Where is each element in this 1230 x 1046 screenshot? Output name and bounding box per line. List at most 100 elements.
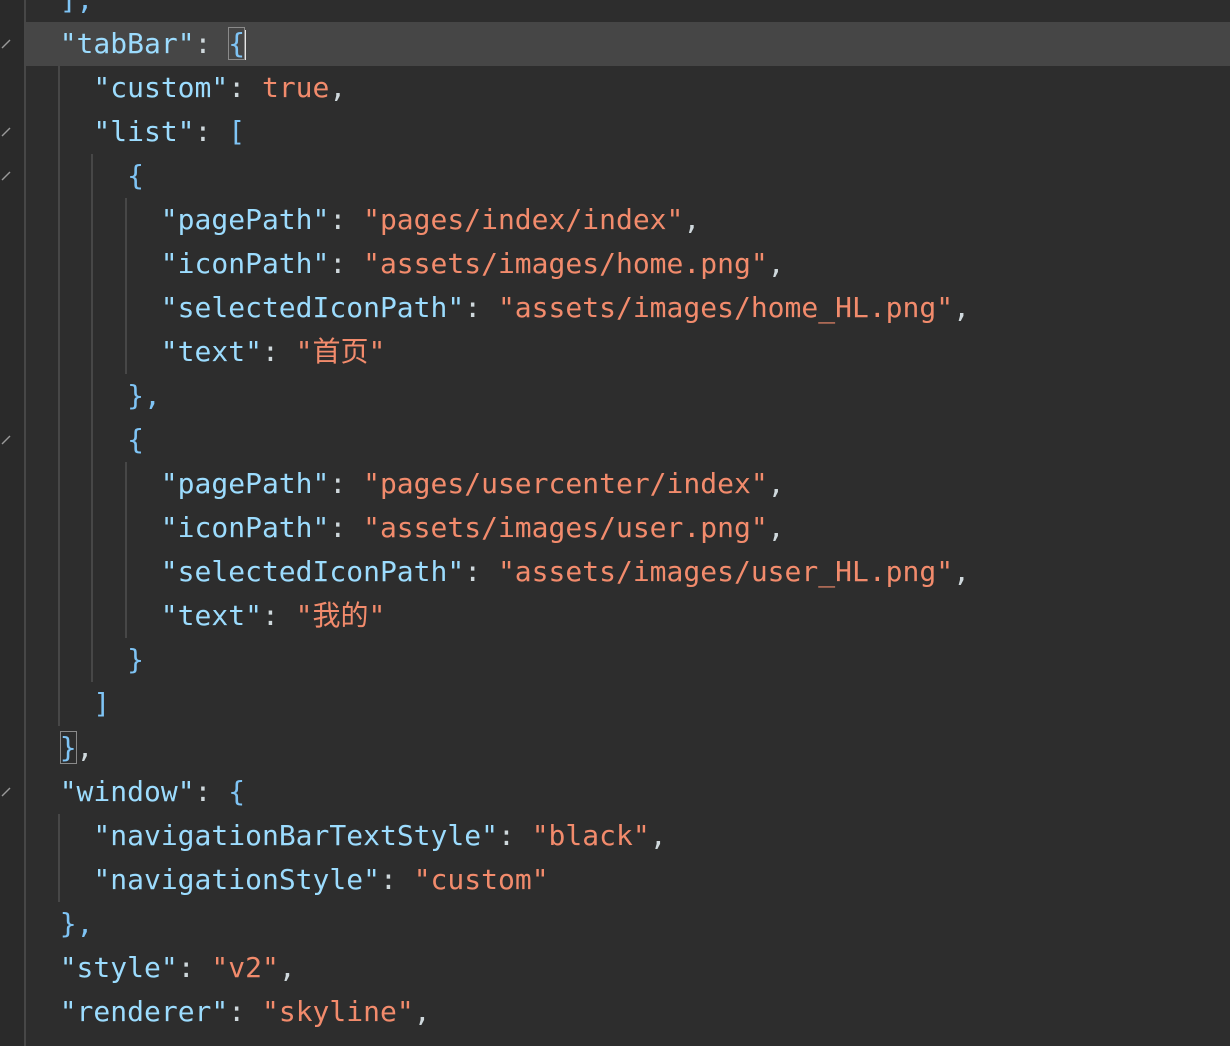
code-token: : [194, 775, 229, 808]
code-token: { [127, 159, 144, 192]
code-line[interactable]: "iconPath": "assets/images/home.png", [26, 242, 1230, 286]
code-token: "selectedIconPath" [160, 555, 465, 588]
code-line[interactable]: "navigationBarTextStyle": "black", [26, 814, 1230, 858]
code-token: "black" [531, 819, 650, 852]
code-token: "pagePath" [160, 203, 330, 236]
code-line[interactable]: "pagePath": "pages/usercenter/index", [26, 462, 1230, 506]
code-token: "renderer" [59, 995, 229, 1028]
code-token: : [497, 819, 532, 852]
code-token: : [177, 951, 212, 984]
code-token: }, [59, 907, 94, 940]
code-token: "navigationStyle" [93, 863, 380, 896]
fold-chevron-icon[interactable] [0, 126, 12, 138]
code-token: "window" [59, 775, 195, 808]
code-token: , [953, 291, 970, 324]
fold-chevron-icon[interactable] [0, 170, 12, 182]
code-token: , [767, 467, 785, 500]
code-token: : [379, 863, 414, 896]
current-line[interactable]: "tabBar": { [26, 22, 1230, 66]
code-line[interactable]: ], [26, 0, 1230, 22]
fold-chevron-icon[interactable] [0, 38, 12, 50]
matched-bracket: } [59, 731, 77, 764]
code-token: "pages/index/index" [363, 203, 684, 236]
code-token: "style" [59, 951, 178, 984]
code-token: "text" [160, 335, 262, 368]
code-line[interactable]: { [26, 154, 1230, 198]
code-line[interactable]: "iconPath": "assets/images/user.png", [26, 506, 1230, 550]
code-token: , [649, 819, 667, 852]
code-line[interactable]: { [26, 418, 1230, 462]
code-token: , [278, 951, 296, 984]
code-token: "custom" [413, 863, 549, 896]
code-token: : [261, 599, 296, 632]
code-token: , [329, 71, 347, 104]
code-token: "assets/images/user_HL.png" [497, 555, 954, 588]
code-token: "navigationBarTextStyle" [93, 819, 498, 852]
code-line[interactable]: ] [26, 682, 1230, 726]
code-line[interactable]: "pagePath": "pages/index/index", [26, 198, 1230, 242]
code-line[interactable] [26, 1034, 1230, 1046]
code-token: "assets/images/home.png" [363, 247, 768, 280]
code-token: : [194, 27, 229, 60]
code-line[interactable]: "selectedIconPath": "assets/images/home_… [26, 286, 1230, 330]
code-token: : [194, 115, 229, 148]
code-token: ] [93, 687, 111, 720]
code-token: : [329, 467, 364, 500]
matched-bracket: { [228, 27, 246, 60]
code-token: : [464, 555, 498, 588]
code-token: ], [60, 0, 94, 16]
code-line[interactable]: }, [26, 902, 1230, 946]
code-token: "iconPath" [160, 247, 330, 280]
code-token: } [127, 643, 144, 676]
code-token: : [329, 203, 364, 236]
code-token: , [413, 995, 431, 1028]
code-token: : [228, 71, 262, 104]
code-line[interactable]: "window": { [26, 770, 1230, 814]
fold-chevron-icon[interactable] [0, 786, 12, 798]
code-line[interactable]: "renderer": "skyline", [26, 990, 1230, 1034]
text-cursor [244, 30, 247, 60]
code-line[interactable]: "list": [ [26, 110, 1230, 154]
code-token: "assets/images/user.png" [363, 511, 768, 544]
code-token: "assets/images/home_HL.png" [497, 291, 954, 324]
code-token: : [228, 995, 262, 1028]
code-line[interactable]: "selectedIconPath": "assets/images/user_… [26, 550, 1230, 594]
fold-chevron-icon[interactable] [0, 434, 12, 446]
code-token: "selectedIconPath" [160, 291, 465, 324]
code-token: , [767, 247, 785, 280]
code-line[interactable]: }, [26, 374, 1230, 418]
code-token: "我的" [295, 599, 386, 632]
code-token: "skyline" [261, 995, 414, 1028]
code-line[interactable]: "text": "我的" [26, 594, 1230, 638]
code-line[interactable]: }, [26, 726, 1230, 770]
code-token: { [228, 775, 246, 808]
code-token: "iconPath" [160, 511, 330, 544]
code-token: "pagePath" [160, 467, 330, 500]
code-token: , [76, 731, 94, 764]
code-token: "list" [93, 115, 195, 148]
code-token: }, [127, 379, 161, 412]
code-token: "pages/usercenter/index" [363, 467, 768, 500]
editor-gutter[interactable] [0, 0, 26, 1046]
code-token: , [953, 555, 970, 588]
code-line[interactable]: "navigationStyle": "custom" [26, 858, 1230, 902]
code-token: : [464, 291, 498, 324]
code-line[interactable]: "text": "首页" [26, 330, 1230, 374]
code-token: { [127, 423, 144, 456]
code-token: "custom" [93, 71, 229, 104]
code-token: : [329, 511, 364, 544]
code-token: "text" [160, 599, 262, 632]
code-token: "tabBar" [59, 27, 195, 60]
code-line[interactable]: } [26, 638, 1230, 682]
code-token: : [261, 335, 296, 368]
code-line[interactable]: "custom": true, [26, 66, 1230, 110]
code-line[interactable]: "style": "v2", [26, 946, 1230, 990]
code-token: [ [228, 115, 246, 148]
code-token: : [329, 247, 364, 280]
code-token: true [261, 71, 330, 104]
code-token: , [767, 511, 785, 544]
code-token: , [683, 203, 701, 236]
code-token: "v2" [211, 951, 279, 984]
code-editor[interactable]: ],"tabBar": {"custom": true,"list": [{"p… [0, 0, 1230, 1046]
code-token: "首页" [295, 335, 386, 368]
